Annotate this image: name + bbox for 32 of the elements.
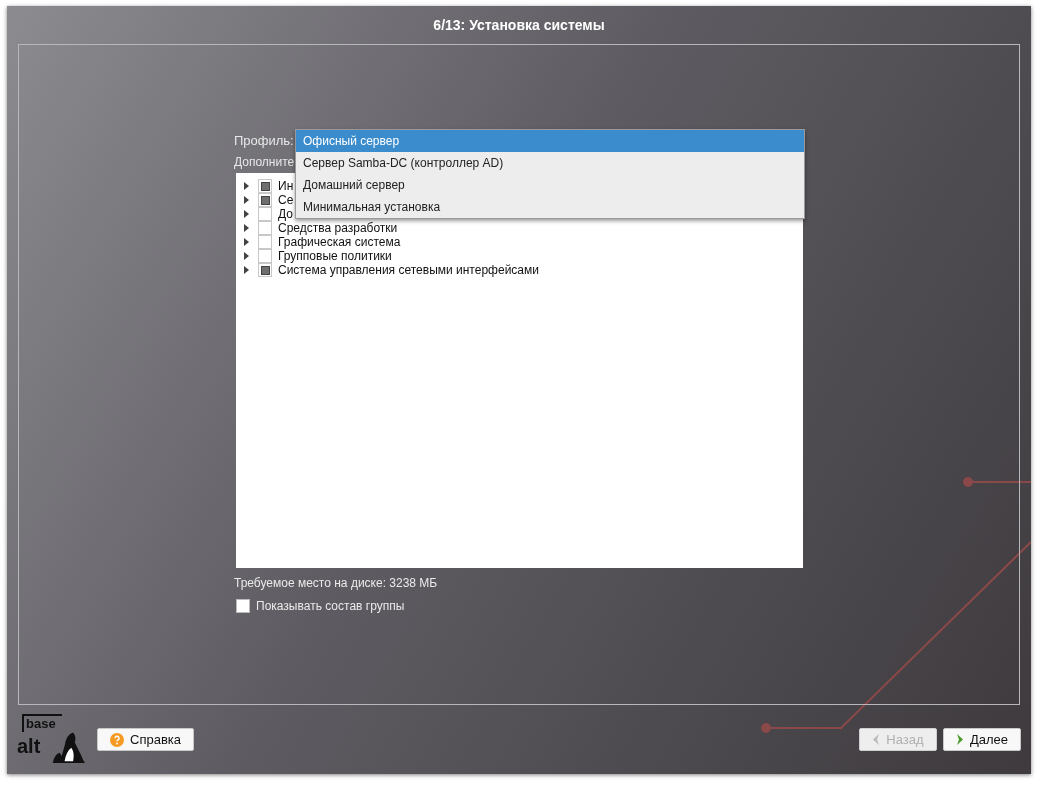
group-checkbox[interactable] [258, 263, 272, 277]
help-icon [110, 732, 124, 747]
group-checkbox[interactable] [258, 235, 272, 249]
group-label[interactable]: Групповые политики [278, 249, 392, 263]
profile-option[interactable]: Офисный сервер [296, 130, 804, 152]
group-label[interactable]: Се [278, 193, 294, 207]
group-label[interactable]: Система управления сетевыми интерфейсами [278, 263, 539, 277]
disk-space-text: Требуемое место на диске: 3238 МБ [234, 575, 438, 592]
chevron-right-icon [955, 734, 964, 745]
group-checkbox[interactable] [258, 207, 272, 221]
group-label[interactable]: Графическая система [278, 235, 401, 249]
profile-label: Профиль: [234, 132, 294, 151]
show-group-label[interactable]: Показывать состав группы [256, 597, 405, 615]
chevron-left-icon [872, 734, 881, 745]
group-checkbox[interactable] [258, 193, 272, 207]
group-checkbox[interactable] [258, 179, 272, 193]
window-title: 6/13: Установка системы [432, 15, 606, 35]
next-button[interactable]: Далее [942, 728, 1021, 751]
logo-text: alt [17, 734, 41, 757]
logo-text: base [26, 716, 56, 731]
show-group-checkbox[interactable] [236, 599, 250, 613]
group-label[interactable]: Ин [278, 179, 294, 193]
help-button[interactable]: Справка [97, 728, 194, 751]
group-label[interactable]: Средства разработки [278, 221, 398, 235]
profile-option[interactable]: Минимальная установка [296, 196, 804, 218]
group-checkbox[interactable] [258, 249, 272, 263]
profile-option[interactable]: Сервер Samba-DC (контроллер AD) [296, 152, 804, 174]
group-checkbox[interactable] [258, 221, 272, 235]
additional-label: Дополните [234, 154, 295, 171]
connector-line [962, 476, 1031, 488]
profile-option[interactable]: Домашний сервер [296, 174, 804, 196]
group-label[interactable]: До [278, 207, 293, 221]
